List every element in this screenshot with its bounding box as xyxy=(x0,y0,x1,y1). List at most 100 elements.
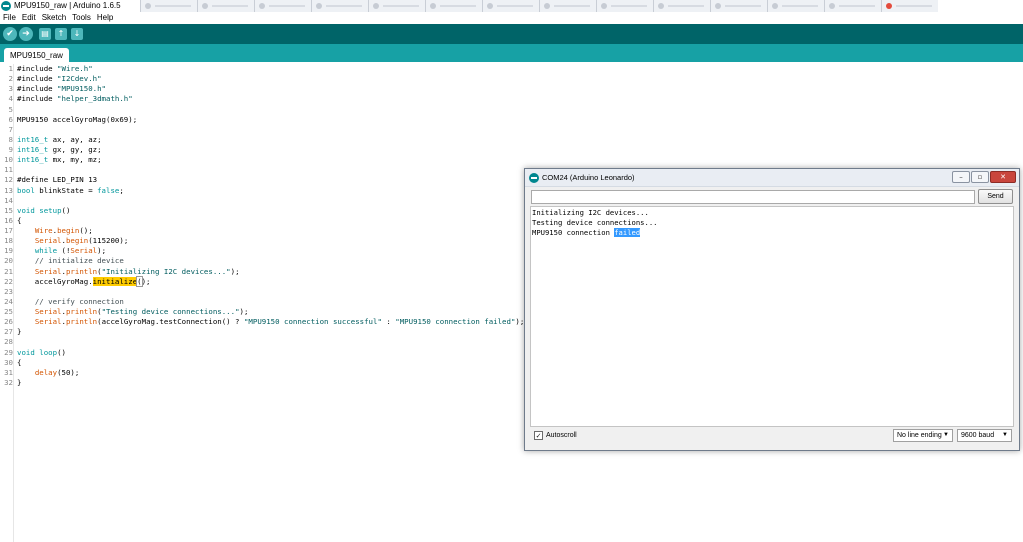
line-number: 30 xyxy=(4,357,13,367)
line-number: 12 xyxy=(4,175,13,185)
code-line-text: } xyxy=(17,378,21,388)
line-number: 31 xyxy=(4,367,13,377)
code-line: 29 void loop() xyxy=(0,348,66,358)
code-token: initialize xyxy=(92,276,138,286)
line-number: 6 xyxy=(8,114,13,124)
code-token: // initialize device xyxy=(34,256,124,266)
menu-sketch[interactable]: Sketch xyxy=(39,12,69,24)
code-token: { xyxy=(17,215,22,225)
code-token: Serial xyxy=(70,246,98,256)
code-token: delay xyxy=(34,367,58,377)
code-line: 22 accelGyroMag.initialize(); xyxy=(0,275,151,287)
serial-output-line: MPU9150 connection failed xyxy=(532,228,641,237)
line-number: 28 xyxy=(4,337,13,347)
toolbar: ✔ ➔ ▤ ↑ ↓ xyxy=(0,24,1023,44)
autoscroll-label: Autoscroll xyxy=(546,432,577,439)
code-line-text: // initialize device xyxy=(17,256,124,266)
baud-rate-select[interactable]: 9600 baud ▼ xyxy=(957,429,1012,442)
line-number: 19 xyxy=(4,246,13,256)
background-tab xyxy=(824,0,881,12)
code-token: accelGyroMag. xyxy=(17,276,93,286)
menu-help[interactable]: Help xyxy=(94,12,116,24)
line-number: 25 xyxy=(4,307,13,316)
new-sketch-button[interactable]: ▤ xyxy=(39,28,51,40)
serial-monitor-title-bar[interactable]: COM24 (Arduino Leonardo) – ▫ ✕ xyxy=(525,169,1019,187)
code-line: 23 xyxy=(0,287,13,297)
minimize-button[interactable]: – xyxy=(952,171,970,183)
line-number: 21 xyxy=(4,266,13,276)
menu-file[interactable]: File xyxy=(0,12,19,24)
code-line-text: int16_t mx, my, mz; xyxy=(17,155,102,165)
code-token: #include xyxy=(17,74,58,84)
code-token: println xyxy=(65,307,98,316)
code-token: : xyxy=(381,317,396,327)
open-button[interactable]: ↑ xyxy=(55,28,67,40)
code-token: gx, gy, gz; xyxy=(48,145,102,154)
arrow-down-icon: ↓ xyxy=(73,29,81,38)
menu-edit[interactable]: Edit xyxy=(19,12,39,24)
code-line: 32} xyxy=(0,377,21,388)
line-number: 17 xyxy=(4,226,13,235)
code-line: 3 #include "MPU9150.h" xyxy=(0,84,106,94)
code-line: 27} xyxy=(0,327,21,337)
code-token: false xyxy=(97,185,120,195)
serial-input-field[interactable] xyxy=(531,190,975,204)
code-token: ax, ay, az; xyxy=(48,134,102,144)
menu-tools[interactable]: Tools xyxy=(69,12,94,24)
save-button[interactable]: ↓ xyxy=(71,28,83,40)
serial-monitor-title: COM24 (Arduino Leonardo) xyxy=(542,173,635,182)
serial-output-area[interactable]: Initializing I2C devices... Testing devi… xyxy=(530,206,1014,427)
code-text[interactable]: 1 #include "Wire.h" 2 #include "I2Cdev.h" 3 #… xyxy=(0,64,524,388)
code-line: 6 MPU9150 accelGyroMag(0x69); xyxy=(0,114,138,125)
code-line-text: #include "helper_3dmath.h" xyxy=(17,94,133,104)
send-button[interactable]: Send xyxy=(978,189,1013,204)
line-number: 32 xyxy=(4,377,13,387)
code-token: #include xyxy=(17,94,58,104)
code-line-text: delay(50); xyxy=(17,367,80,378)
code-line-text: MPU9150 accelGyroMag(0x69); xyxy=(17,115,137,125)
code-token: Serial xyxy=(34,317,62,327)
autoscroll-checkbox[interactable]: ✓ xyxy=(534,431,543,440)
close-button[interactable]: ✕ xyxy=(990,171,1016,183)
line-number: 16 xyxy=(4,215,13,225)
code-line-text: Serial.println("Initializing I2C devices… xyxy=(17,267,240,277)
code-line: 17 Wire.begin(); xyxy=(0,226,93,236)
code-token: Serial xyxy=(34,307,62,316)
code-line-text: #include "I2Cdev.h" xyxy=(17,74,102,84)
line-number: 27 xyxy=(4,327,13,337)
code-line-text: Wire.begin(); xyxy=(17,226,93,236)
verify-button[interactable]: ✔ xyxy=(3,27,17,41)
code-line-text: #include "MPU9150.h" xyxy=(17,84,106,94)
line-number: 18 xyxy=(4,236,13,246)
code-token: bool xyxy=(17,185,35,195)
background-tab xyxy=(539,0,596,12)
code-token: ); xyxy=(239,307,249,316)
code-line-text: void loop() xyxy=(17,348,66,358)
maximize-button[interactable]: ▫ xyxy=(971,171,989,183)
code-line-text: Serial.println(accelGyroMag.testConnecti… xyxy=(17,317,525,327)
code-token: (115200); xyxy=(88,236,129,246)
code-line: 2 #include "I2Cdev.h" xyxy=(0,74,102,84)
code-line-text: while (!Serial); xyxy=(17,246,106,256)
code-token: "MPU9150 connection successful" xyxy=(243,317,382,327)
upload-button[interactable]: ➔ xyxy=(19,27,33,41)
code-token: while xyxy=(34,246,58,256)
code-line: 10 int16_t mx, my, mz; xyxy=(0,155,101,165)
tab-mpu9150-raw[interactable]: MPU9150_raw xyxy=(4,48,69,62)
minimize-icon: – xyxy=(959,173,963,181)
code-line: 24 // verify connection xyxy=(0,297,124,307)
code-line: 11 xyxy=(0,165,13,175)
code-line-text: int16_t ax, ay, az; xyxy=(17,135,102,145)
background-tab xyxy=(881,0,938,12)
line-number: 26 xyxy=(4,317,13,327)
background-tab xyxy=(653,0,710,12)
code-token: loop xyxy=(39,347,58,357)
code-line-text: void setup() xyxy=(17,206,70,216)
line-ending-select[interactable]: No line ending ▼ xyxy=(893,429,953,442)
code-token: (); xyxy=(79,226,93,235)
selected-text[interactable]: failed xyxy=(614,228,641,237)
code-token: "MPU9150.h" xyxy=(57,84,106,94)
